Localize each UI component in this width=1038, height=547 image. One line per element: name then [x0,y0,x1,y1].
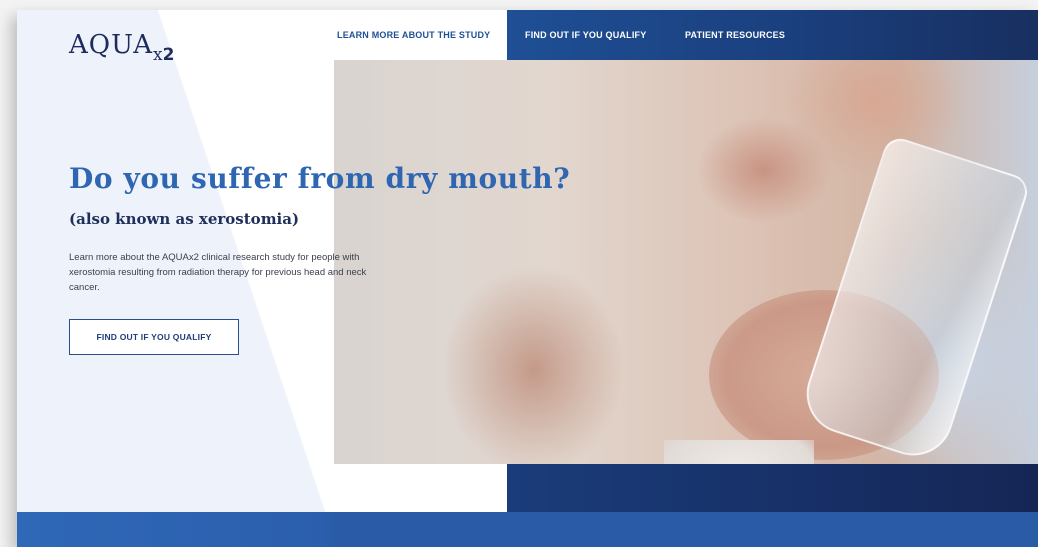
hero-title: Do you suffer from dry mouth? [69,162,571,195]
site-logo[interactable]: AQUAx2 [69,30,174,65]
bottom-band-right-section [334,512,1038,547]
logo-main-text: AQUA [69,30,153,60]
web-page: AQUAx2 LEARN MORE ABOUT THE STUDY FIND O… [17,10,1038,547]
hero-subtitle: (also known as xerostomia) [69,210,300,228]
top-navigation: AQUAx2 LEARN MORE ABOUT THE STUDY FIND O… [17,10,1038,65]
dark-blue-band [507,464,1038,514]
hero-description: Learn more about the AQUAx2 clinical res… [69,252,367,293]
screen-frame: AQUAx2 LEARN MORE ABOUT THE STUDY FIND O… [0,0,1038,547]
nav-patient-resources[interactable]: PATIENT RESOURCES [685,30,785,40]
bottom-blue-band [17,512,1038,547]
nav-learn-more[interactable]: LEARN MORE ABOUT THE STUDY [337,30,490,40]
logo-x: x [152,45,163,65]
logo-number: 2 [162,45,175,65]
find-out-if-you-qualify-button[interactable]: FIND OUT IF YOU QUALIFY [69,319,239,355]
logo-subscript: x2 [153,45,174,65]
nav-find-out-if-you-qualify[interactable]: FIND OUT IF YOU QUALIFY [525,30,646,40]
hero-photo-woman-drinking-water [334,60,1038,514]
